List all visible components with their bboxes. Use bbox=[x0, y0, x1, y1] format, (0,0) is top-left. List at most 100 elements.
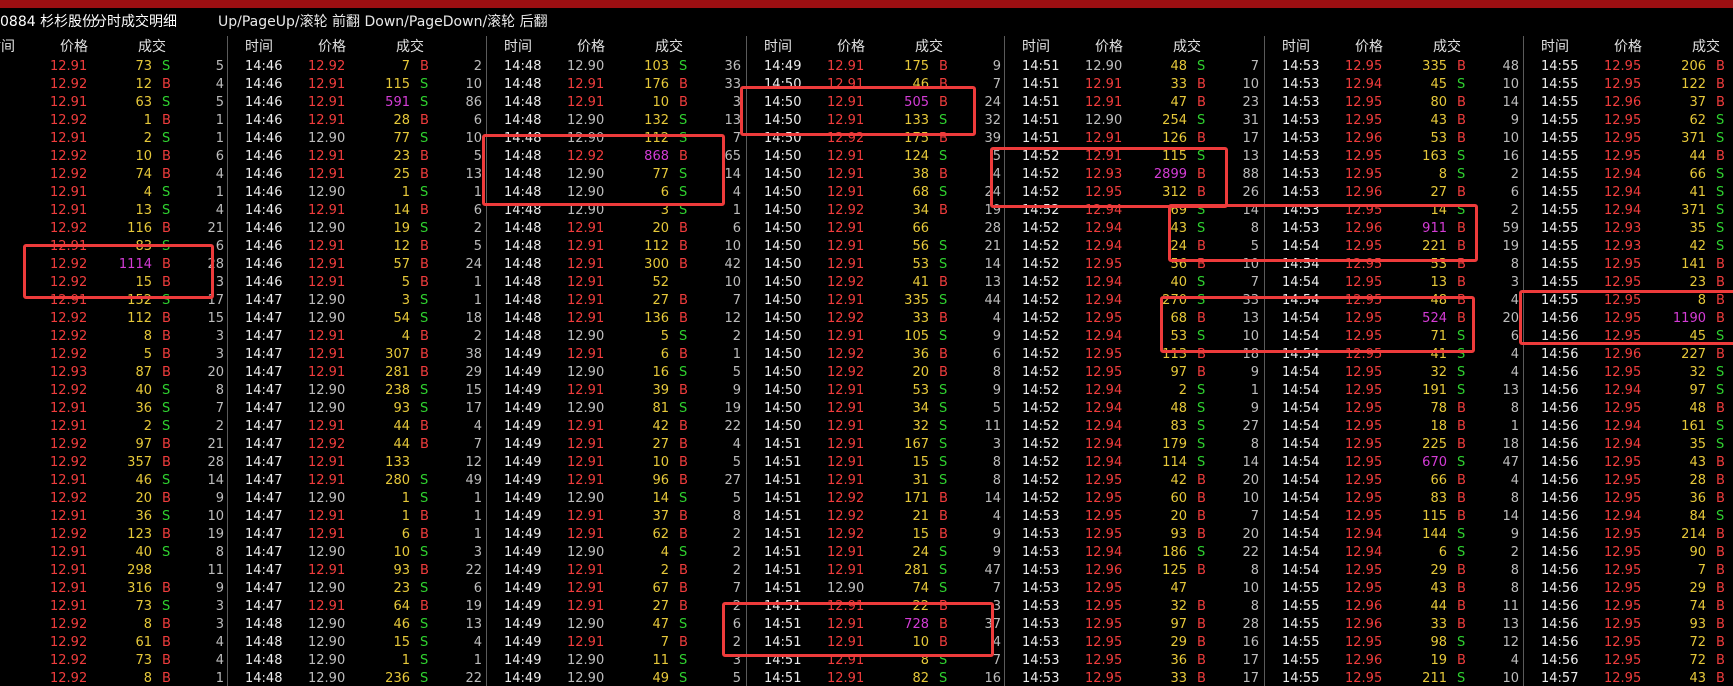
tick-time: 14:56 bbox=[1541, 653, 1579, 668]
tick-price: 12.94 bbox=[1085, 455, 1123, 470]
tick-side: B bbox=[679, 635, 688, 650]
tick-price: 12.94 bbox=[1085, 293, 1123, 308]
tick-side: B bbox=[162, 581, 171, 596]
tick-side: B bbox=[162, 635, 171, 650]
tick-volume: 10 bbox=[912, 635, 929, 650]
tick-volume: 53 bbox=[1170, 329, 1187, 344]
tick-row: 14:47 12.90 3 S 1 bbox=[228, 292, 487, 310]
tick-volume: 8 bbox=[143, 617, 152, 632]
tick-row: 14:48 12.91 20 B 6 bbox=[487, 220, 747, 238]
tick-side: S bbox=[679, 671, 688, 686]
tick-time: 14:48 bbox=[504, 131, 542, 146]
tick-count: 1 bbox=[473, 653, 482, 668]
tick-row: 14:48 12.90 5 S 2 bbox=[487, 328, 747, 346]
tick-time: 14:54 bbox=[1282, 455, 1320, 470]
tick-volume: 670 bbox=[1422, 455, 1447, 470]
tick-side: B bbox=[1457, 473, 1466, 488]
tick-count: 7 bbox=[1250, 509, 1259, 524]
tick-volume: 175 bbox=[904, 59, 929, 74]
tick-volume: 69 bbox=[1170, 203, 1187, 218]
tick-count: 1 bbox=[473, 185, 482, 200]
tick-price: 12.95 bbox=[1345, 419, 1383, 434]
tick-volume: 72 bbox=[1689, 653, 1706, 668]
tick-price: 12.95 bbox=[1604, 581, 1642, 596]
column-header: 时间 价格 成交 bbox=[0, 36, 227, 58]
tick-side: B bbox=[1457, 113, 1466, 128]
tick-side: B bbox=[420, 329, 429, 344]
tick-volume: 13 bbox=[135, 203, 152, 218]
tick-count: 14 bbox=[1242, 203, 1259, 218]
tick-row: 14:53 12.94 45 S 10 bbox=[1265, 76, 1524, 94]
tick-volume: 41 bbox=[912, 275, 929, 290]
tick-row: 14:52 12.95 56 B 10 bbox=[1005, 256, 1265, 274]
tick-side: S bbox=[939, 455, 948, 470]
tick-side: S bbox=[679, 203, 688, 218]
tick-price: 12.92 bbox=[50, 653, 88, 668]
tick-side: S bbox=[1457, 671, 1466, 686]
tick-side: B bbox=[679, 437, 688, 452]
tick-count: 11 bbox=[1502, 599, 1519, 614]
tick-side: S bbox=[1457, 77, 1466, 92]
tick-time: 14:55 bbox=[1541, 113, 1579, 128]
tick-count: 5 bbox=[732, 491, 741, 506]
tick-row: 14:54 12.95 48 B 4 bbox=[1265, 292, 1524, 310]
tick-count: 4 bbox=[732, 185, 741, 200]
tick-volume: 281 bbox=[385, 365, 410, 380]
tick-column: 时间 价格 成交 14:46 12.92 7 B 2 14:46 12.91 115 S 10 14:46… bbox=[227, 36, 487, 686]
tick-side: B bbox=[939, 77, 948, 92]
tick-price: 12.95 bbox=[1345, 635, 1383, 650]
tick-side: B bbox=[1716, 671, 1725, 686]
tick-count: 7 bbox=[732, 131, 741, 146]
tick-time: 14:49 bbox=[504, 419, 542, 434]
tick-time: 14:46 bbox=[245, 203, 283, 218]
tick-column: 时间 价格 成交 14:55 12.95 206 B 14:55 12.95 122 B 14:55 1… bbox=[1523, 36, 1733, 686]
tick-count: 7 bbox=[1250, 59, 1259, 74]
tick-price: 12.95 bbox=[1604, 635, 1642, 650]
tick-price: 12.92 bbox=[50, 311, 88, 326]
tick-price: 12.95 bbox=[1345, 59, 1383, 74]
tick-volume: 103 bbox=[644, 59, 669, 74]
tick-side: B bbox=[679, 581, 688, 596]
tick-time: 14:48 bbox=[504, 77, 542, 92]
tick-count: 8 bbox=[1250, 563, 1259, 578]
tick-price: 12.94 bbox=[1085, 401, 1123, 416]
tick-price: 12.91 bbox=[308, 149, 346, 164]
tick-price: 12.95 bbox=[1085, 257, 1123, 272]
tick-row: 14:55 12.94 66 S bbox=[1524, 166, 1733, 184]
tick-count: 5 bbox=[473, 149, 482, 164]
tick-row: 14:55 12.93 42 S bbox=[1524, 238, 1733, 256]
tick-volume: 98 bbox=[1430, 635, 1447, 650]
tick-price: 12.91 bbox=[50, 239, 88, 254]
tick-row: 14:57 12.95 43 B bbox=[1524, 670, 1733, 686]
tick-count: 37 bbox=[984, 617, 1001, 632]
tick-time: 14:51 bbox=[764, 455, 802, 470]
tick-time: 14:49 bbox=[504, 599, 542, 614]
tick-side: B bbox=[1197, 473, 1206, 488]
tick-detail-grid[interactable]: 时间价格成交412.9173S5412.9212B4412.9163S5412.… bbox=[0, 36, 1733, 686]
tick-count: 10 bbox=[465, 77, 482, 92]
tick-volume: 2 bbox=[660, 563, 669, 578]
tick-row: 14:51 12.91 126 B 17 bbox=[1005, 130, 1265, 148]
tick-volume: 7 bbox=[1697, 563, 1706, 578]
tick-volume: 53 bbox=[912, 383, 929, 398]
tick-volume: 90 bbox=[1689, 545, 1706, 560]
tick-price: 12.90 bbox=[827, 581, 865, 596]
tick-volume: 31 bbox=[912, 473, 929, 488]
tick-volume: 47 bbox=[652, 617, 669, 632]
tick-side: B bbox=[1197, 509, 1206, 524]
tick-row: 14:50 12.91 133 S 32 bbox=[747, 112, 1005, 130]
tick-price: 12.95 bbox=[1085, 491, 1123, 506]
tick-price: 12.91 bbox=[827, 59, 865, 74]
tick-row: 14:52 12.93 2899 B 88 bbox=[1005, 166, 1265, 184]
tick-row: 14:56 12.95 93 B bbox=[1524, 616, 1733, 634]
tick-side: S bbox=[1457, 527, 1466, 542]
tick-count: 9 bbox=[732, 383, 741, 398]
tick-volume: 371 bbox=[1681, 131, 1706, 146]
tick-price: 12.91 bbox=[567, 473, 605, 488]
tick-side: S bbox=[939, 257, 948, 272]
tick-row: 14:50 12.92 175 B 39 bbox=[747, 130, 1005, 148]
tick-volume: 10 bbox=[135, 149, 152, 164]
tick-count: 10 bbox=[724, 275, 741, 290]
tick-row: 14:49 12.91 42 B 22 bbox=[487, 418, 747, 436]
tick-price: 12.91 bbox=[567, 239, 605, 254]
